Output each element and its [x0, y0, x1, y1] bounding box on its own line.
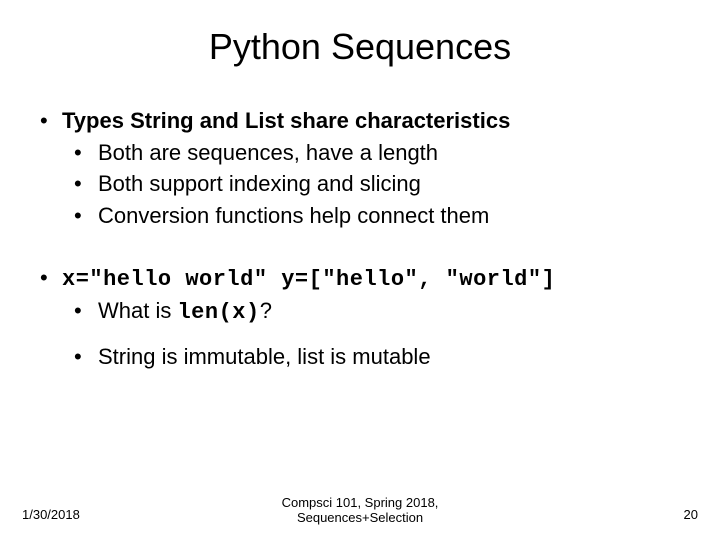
question-code: len(x): [177, 300, 259, 325]
bullet-block-1: Types String and List share characterist…: [40, 106, 690, 231]
footer-center: Compsci 101, Spring 2018, Sequences+Sele…: [0, 495, 720, 526]
question-suffix: ?: [260, 298, 272, 323]
block2-item: String is immutable, list is mutable: [62, 342, 690, 372]
footer-topic: Sequences+Selection: [297, 510, 423, 525]
slide-title: Python Sequences: [30, 26, 690, 68]
footer-course: Compsci 101, Spring 2018,: [282, 495, 439, 510]
block2-item-question: What is len(x)?: [62, 296, 690, 328]
block1-heading: Types String and List share characterist…: [62, 108, 510, 133]
block1-item: Conversion functions help connect them: [62, 201, 690, 231]
bullet-block-2: x="hello world" y=["hello", "world"] Wha…: [40, 263, 690, 372]
footer-page-number: 20: [684, 507, 698, 522]
block1-item: Both support indexing and slicing: [62, 169, 690, 199]
question-prefix: What is: [98, 298, 177, 323]
slide-content: Types String and List share characterist…: [30, 106, 690, 372]
code-example: x="hello world" y=["hello", "world"]: [62, 267, 555, 292]
block1-item: Both are sequences, have a length: [62, 138, 690, 168]
